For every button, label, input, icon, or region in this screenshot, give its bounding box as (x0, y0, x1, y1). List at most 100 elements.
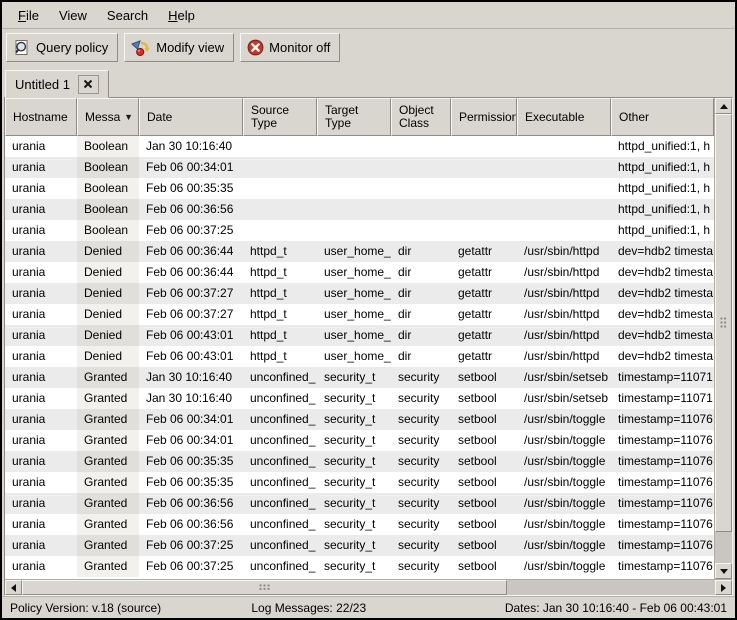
table-row[interactable]: uraniaGrantedFeb 06 00:34:01unconfined_s… (5, 430, 714, 451)
cell-src: unconfined_ (243, 472, 317, 493)
table-row[interactable]: uraniaBooleanFeb 06 00:36:56httpd_unifie… (5, 199, 714, 220)
table-row[interactable]: uraniaDeniedFeb 06 00:37:27httpd_tuser_h… (5, 283, 714, 304)
menu-search[interactable]: Search (97, 4, 158, 27)
table-row[interactable]: uraniaGrantedFeb 06 00:36:56unconfined_s… (5, 514, 714, 535)
cell-tgt: user_home_ (317, 283, 391, 304)
menu-file[interactable]: File (8, 4, 49, 27)
cell-exe (517, 220, 611, 241)
cell-date: Feb 06 00:37:27 (139, 304, 243, 325)
table-row[interactable]: uraniaGrantedFeb 06 00:36:56unconfined_s… (5, 493, 714, 514)
table-row[interactable]: uraniaDeniedFeb 06 00:37:27httpd_tuser_h… (5, 304, 714, 325)
cell-date: Feb 06 00:35:35 (139, 178, 243, 199)
statusbar: Policy Version: v.18 (source) Log Messag… (2, 596, 735, 618)
vertical-scroll-thumb[interactable] (715, 114, 732, 532)
cell-tgt (317, 157, 391, 178)
cell-tgt: security_t (317, 535, 391, 556)
cell-exe: /usr/sbin/setseb (517, 367, 611, 388)
vertical-scroll-track[interactable] (715, 114, 732, 563)
menu-view[interactable]: View (49, 4, 97, 27)
column-header-host[interactable]: Hostname (5, 98, 77, 136)
table-row[interactable]: uraniaGrantedJan 30 10:16:40unconfined_s… (5, 367, 714, 388)
table-row[interactable]: uraniaDeniedFeb 06 00:43:01httpd_tuser_h… (5, 346, 714, 367)
table-row[interactable]: uraniaBooleanFeb 06 00:37:25httpd_unifie… (5, 220, 714, 241)
cell-obj: security (391, 472, 451, 493)
cell-src: unconfined_ (243, 556, 317, 577)
cell-src (243, 157, 317, 178)
cell-src: unconfined_ (243, 451, 317, 472)
cell-other: dev=hdb2 timesta (611, 262, 714, 283)
cell-other: timestamp=11076 (611, 514, 714, 535)
cell-exe: /usr/sbin/toggle (517, 493, 611, 514)
table-row[interactable]: uraniaDeniedFeb 06 00:43:01httpd_tuser_h… (5, 325, 714, 346)
column-header-obj[interactable]: Object Class (391, 98, 451, 136)
cell-host: urania (5, 325, 77, 346)
scroll-right-button[interactable] (715, 580, 732, 595)
horizontal-scrollbar[interactable] (5, 579, 732, 595)
cell-tgt: security_t (317, 388, 391, 409)
monitor-off-button[interactable]: Monitor off (240, 33, 340, 62)
seaudit-window: File View Search Help Query policy (0, 0, 737, 620)
cell-tgt (317, 220, 391, 241)
column-header-tgt[interactable]: Target Type (317, 98, 391, 136)
tab-label: Untitled 1 (15, 77, 70, 92)
cell-exe: /usr/sbin/toggle (517, 430, 611, 451)
cell-tgt: user_home_ (317, 262, 391, 283)
table-row[interactable]: uraniaGrantedFeb 06 00:35:35unconfined_s… (5, 451, 714, 472)
menu-help[interactable]: Help (158, 4, 205, 27)
table-row[interactable]: uraniaGrantedFeb 06 00:37:25unconfined_s… (5, 535, 714, 556)
tab-close-button[interactable] (78, 75, 99, 94)
cell-obj: dir (391, 283, 451, 304)
column-header-perm[interactable]: Permission (451, 98, 517, 136)
arrow-up-icon (720, 104, 728, 109)
cell-exe: /usr/sbin/toggle (517, 409, 611, 430)
cell-exe: /usr/sbin/toggle (517, 556, 611, 577)
arrow-right-icon (721, 584, 726, 592)
cell-host: urania (5, 220, 77, 241)
cell-msg: Denied (77, 325, 139, 346)
column-header-src[interactable]: Source Type (243, 98, 317, 136)
column-header-label: Hostname (13, 111, 68, 124)
cell-tgt (317, 199, 391, 220)
table-row[interactable]: uraniaBooleanJan 30 10:16:40httpd_unifie… (5, 136, 714, 157)
table-row[interactable]: uraniaGrantedJan 30 10:16:40unconfined_s… (5, 388, 714, 409)
table-row[interactable]: uraniaDeniedFeb 06 00:36:44httpd_tuser_h… (5, 241, 714, 262)
cell-perm: setbool (451, 493, 517, 514)
cell-other: timestamp=11076 (611, 535, 714, 556)
table-row[interactable]: uraniaBooleanFeb 06 00:35:35httpd_unifie… (5, 178, 714, 199)
cell-src: unconfined_ (243, 367, 317, 388)
table-row[interactable]: uraniaBooleanFeb 06 00:34:01httpd_unifie… (5, 157, 714, 178)
horizontal-scroll-thumb[interactable] (22, 580, 507, 595)
cell-host: urania (5, 262, 77, 283)
column-header-other[interactable]: Other (611, 98, 714, 136)
cell-msg: Denied (77, 241, 139, 262)
cell-tgt: security_t (317, 472, 391, 493)
query-policy-button[interactable]: Query policy (6, 33, 118, 62)
table-row[interactable]: uraniaGrantedFeb 06 00:34:01unconfined_s… (5, 409, 714, 430)
cell-msg: Granted (77, 472, 139, 493)
scroll-down-button[interactable] (715, 563, 732, 579)
scroll-up-button[interactable] (715, 98, 732, 114)
column-header-msg[interactable]: Messa▼ (77, 98, 139, 136)
table-row[interactable]: uraniaGrantedFeb 06 00:37:25unconfined_s… (5, 556, 714, 577)
column-header-exe[interactable]: Executable (517, 98, 611, 136)
cell-date: Jan 30 10:16:40 (139, 367, 243, 388)
modify-view-button[interactable]: Modify view (124, 33, 234, 62)
scroll-left-button[interactable] (5, 580, 22, 595)
cell-other: timestamp=11076 (611, 409, 714, 430)
cell-date: Feb 06 00:36:56 (139, 199, 243, 220)
cell-other: httpd_unified:1, h (611, 178, 714, 199)
tab-untitled-1[interactable]: Untitled 1 (5, 70, 109, 98)
column-header-label: Messa (85, 111, 120, 124)
table-row[interactable]: uraniaDeniedFeb 06 00:36:44httpd_tuser_h… (5, 262, 714, 283)
cell-exe: /usr/sbin/setseb (517, 388, 611, 409)
cell-exe (517, 157, 611, 178)
cell-host: urania (5, 430, 77, 451)
vertical-scrollbar[interactable] (714, 98, 732, 579)
table-row[interactable]: uraniaGrantedFeb 06 00:35:35unconfined_s… (5, 472, 714, 493)
cell-msg: Denied (77, 262, 139, 283)
horizontal-scroll-track[interactable] (22, 580, 715, 595)
table-frame: Hostname Messa▼DateSource TypeTarget Type… (4, 97, 733, 596)
cell-exe: /usr/sbin/toggle (517, 535, 611, 556)
column-header-date[interactable]: Date (139, 98, 243, 136)
cell-msg: Boolean (77, 136, 139, 157)
